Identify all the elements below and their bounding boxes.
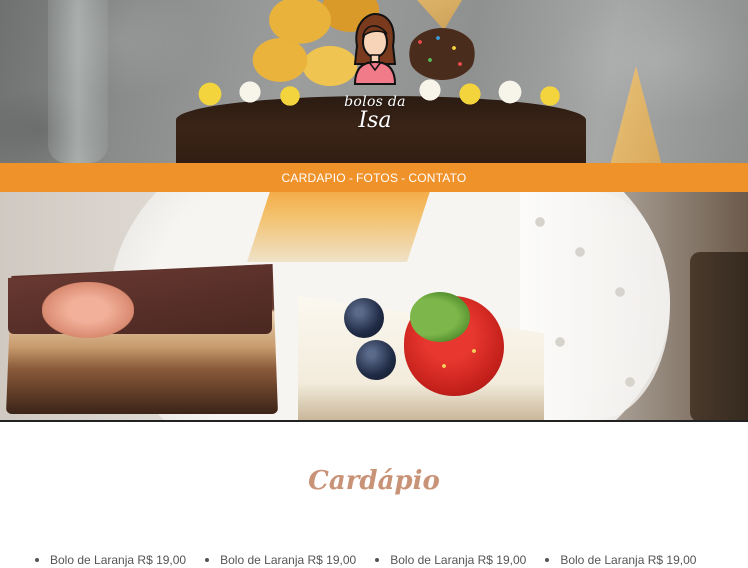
list-item: Bolo de Laranja R$ 19,00 [205,550,356,568]
nav-link-cardapio[interactable]: CARDAPIO [282,171,346,185]
menu-list: Bolo de Laranja R$ 19,00 Bolo de Laranja… [35,550,735,568]
divider [0,420,748,422]
main-nav: CARDAPIO - FOTOS - CONTATO [0,163,748,192]
list-item: Bolo de Laranja R$ 19,00 [545,550,696,568]
brand-name: Isa [358,108,392,133]
menu-item-label: Bolo de Laranja R$ 19,00 [50,553,187,567]
cake-slices-banner [0,192,748,420]
nut-topping-image [42,282,134,338]
nav-separator: - [401,170,406,185]
strawberry-leaf-image [410,292,470,342]
wooden-board-image [690,252,748,420]
list-item: Bolo de Laranja R$ 19,00 [375,550,526,568]
menu-title: Cardápio [308,466,440,496]
site-logo[interactable]: bolos da Isa [330,12,420,152]
bullet-icon [35,558,39,562]
menu-item-label: Bolo de Laranja R$ 19,00 [390,553,527,567]
menu-item-label: Bolo de Laranja R$ 19,00 [220,553,357,567]
nav-link-fotos[interactable]: FOTOS [356,171,398,185]
nav-link-contato[interactable]: CONTATO [408,171,466,185]
list-item: Bolo de Laranja R$ 19,00 [35,550,186,568]
blueberry-image [356,340,396,380]
bullet-icon [545,558,550,562]
hero-header: bolos da Isa [0,0,748,163]
blueberry-image [344,298,384,338]
menu-item-label: Bolo de Laranja R$ 19,00 [560,553,697,567]
orange-cake-slice-image [247,192,433,262]
woman-avatar-icon [353,12,397,85]
bullet-icon [375,558,380,562]
bullet-icon [205,558,210,562]
nav-separator: - [348,170,354,185]
glass-vase-image [48,0,108,163]
